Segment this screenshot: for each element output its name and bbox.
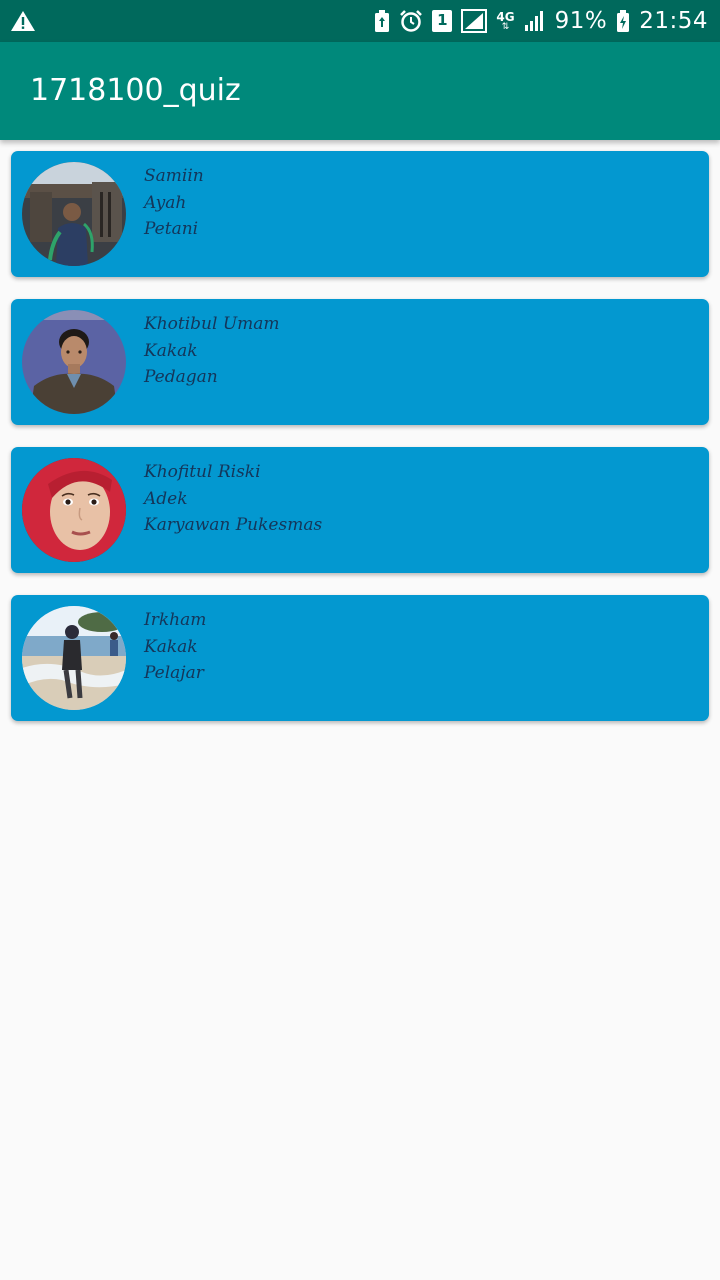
- battery-saver-icon: [375, 10, 390, 32]
- signal-icon: [461, 9, 488, 33]
- network-4g-icon: 4G ⇅: [496, 11, 514, 32]
- person-job: Petani: [144, 219, 199, 239]
- avatar-photo-young-man: [22, 310, 126, 414]
- avatar-photo-man-outdoors: [22, 162, 126, 266]
- avatar: [22, 162, 126, 266]
- person-name: Irkham: [144, 610, 207, 630]
- network-type-label: 4G: [496, 9, 515, 24]
- person-relation: Adek: [144, 488, 188, 509]
- person-relation: Ayah: [144, 192, 187, 213]
- person-job: Karyawan Pukesmas: [144, 515, 323, 535]
- warning-icon: [11, 11, 35, 31]
- status-time: 21:54: [639, 8, 708, 34]
- app-title: 1718100_quiz: [30, 73, 241, 108]
- signal-bars-icon: [524, 11, 543, 31]
- person-relation: Kakak: [144, 636, 198, 657]
- battery-icon: [617, 10, 630, 32]
- status-bar: 1 4G ⇅ 91% 21:54: [0, 0, 720, 42]
- person-job: Pedagan: [144, 367, 218, 387]
- app-bar: 1718100_quiz: [0, 42, 720, 140]
- data-arrows-icon: ⇅: [501, 21, 510, 32]
- avatar: [22, 458, 126, 562]
- alarm-icon: [400, 10, 423, 32]
- list-item[interactable]: Samiin Ayah Petani: [11, 151, 709, 277]
- sim-slot-label: 1: [437, 11, 448, 29]
- avatar: [22, 606, 126, 710]
- list-item[interactable]: Khofitul Riski Adek Karyawan Pukesmas: [11, 447, 709, 573]
- person-list: Samiin Ayah Petani Khotibul Umam Kakak P…: [11, 151, 709, 743]
- person-job: Pelajar: [144, 663, 204, 683]
- avatar: [22, 310, 126, 414]
- list-item[interactable]: Irkham Kakak Pelajar: [11, 595, 709, 721]
- person-relation: Kakak: [144, 340, 198, 361]
- avatar-photo-woman-red-hijab: [22, 458, 126, 562]
- person-name: Khofitul Riski: [144, 462, 261, 482]
- battery-percent: 91%: [554, 8, 608, 34]
- person-name: Khotibul Umam: [144, 314, 280, 334]
- person-name: Samiin: [144, 166, 204, 186]
- sim-icon: 1: [432, 10, 453, 32]
- avatar-photo-beach: [22, 606, 126, 710]
- list-item[interactable]: Khotibul Umam Kakak Pedagan: [11, 299, 709, 425]
